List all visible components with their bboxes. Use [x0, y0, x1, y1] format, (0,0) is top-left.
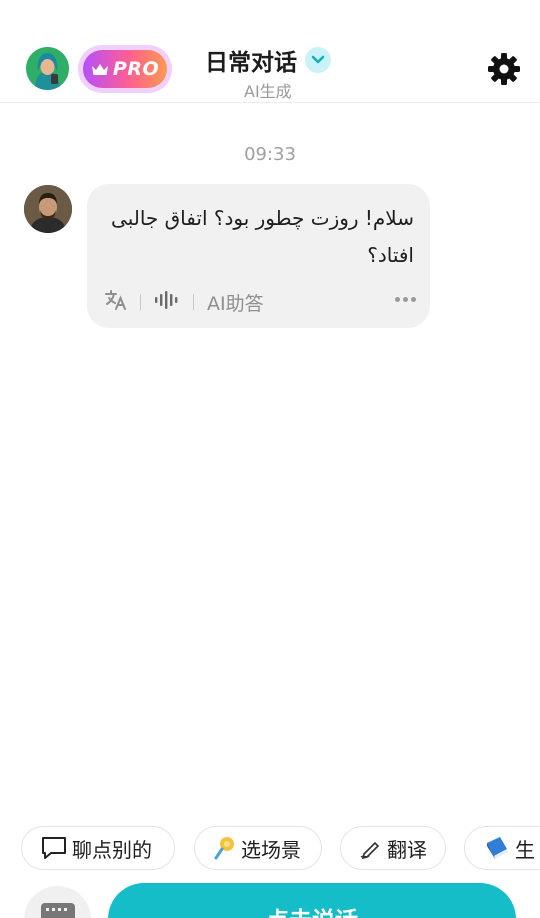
top-bar: PRO 日常对话 AI生成 — [0, 0, 540, 103]
keyboard-button[interactable] — [24, 886, 91, 918]
message-text: سلام! روزت چطور بود؟ اتفاق جالبی افتاد؟ — [111, 206, 414, 267]
chip-label: 选场景 — [241, 837, 301, 862]
chip-label: 生 — [515, 837, 535, 862]
speech-bubble-icon — [41, 836, 67, 860]
chip-vocabulary[interactable]: 生 — [464, 826, 540, 870]
chip-label: 翻译 — [387, 837, 427, 862]
more-icon[interactable] — [395, 297, 416, 302]
pro-label: PRO — [112, 58, 160, 80]
suggestion-chips: 聊点别的 选场景 翻译 生 — [21, 826, 540, 870]
chip-change-topic[interactable]: 聊点别的 — [21, 826, 175, 870]
pen-icon — [360, 837, 382, 859]
pin-icon — [214, 836, 236, 860]
chip-choose-scene[interactable]: 选场景 — [194, 826, 322, 870]
book-icon — [484, 835, 510, 861]
ai-answer-button[interactable]: AI助答 — [207, 289, 264, 316]
message-bubble[interactable]: سلام! روزت چطور بود؟ اتفاق جالبی افتاد؟ — [87, 184, 430, 328]
push-to-talk-button[interactable]: 点击说话 — [108, 883, 516, 918]
pro-badge[interactable]: PRO — [78, 45, 172, 93]
keyboard-icon — [40, 903, 75, 918]
divider — [140, 294, 141, 310]
translate-icon[interactable] — [105, 290, 127, 314]
chip-label: 聊点别的 — [72, 837, 152, 862]
chip-translate[interactable]: 翻译 — [340, 826, 446, 870]
message-timestamp: 09:33 — [244, 144, 296, 165]
message-toolbar: AI助答 — [105, 287, 264, 317]
divider — [193, 294, 194, 310]
chevron-down-icon[interactable] — [305, 47, 331, 73]
user-avatar[interactable] — [26, 47, 69, 90]
gear-icon[interactable] — [487, 52, 521, 86]
scenario-selector[interactable]: 日常对话 — [205, 43, 331, 77]
crown-icon — [91, 63, 108, 75]
page-subtitle: AI生成 — [244, 82, 292, 101]
page-title: 日常对话 — [205, 50, 297, 76]
bot-avatar[interactable] — [24, 185, 72, 233]
push-to-talk-label: 点击说话 — [108, 901, 516, 918]
audio-wave-icon[interactable] — [154, 291, 180, 313]
